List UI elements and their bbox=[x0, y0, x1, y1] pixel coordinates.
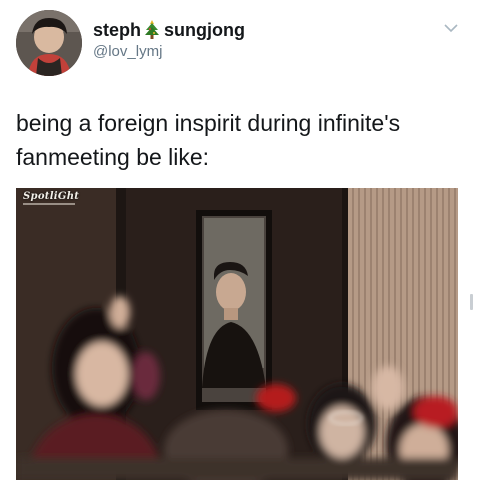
photo-scene bbox=[16, 188, 458, 480]
tweet-text: being a foreign inspirit during infinite… bbox=[16, 110, 401, 170]
scrollbar-thumb[interactable] bbox=[470, 294, 473, 310]
tweet-photo[interactable]: SpotliGht bbox=[16, 188, 458, 480]
display-name-second: sungjong bbox=[164, 19, 245, 40]
photo-watermark: SpotliGht bbox=[23, 191, 80, 202]
avatar-image bbox=[16, 10, 82, 76]
avatar[interactable] bbox=[16, 10, 82, 76]
author-handle[interactable]: @lov_lymj bbox=[93, 43, 162, 60]
chevron-down-icon[interactable] bbox=[444, 24, 458, 33]
display-name-first: steph bbox=[93, 19, 142, 40]
author-name[interactable]: steph sungjong bbox=[93, 17, 245, 43]
christmas-tree-icon bbox=[144, 20, 160, 40]
watermark-subline bbox=[23, 203, 75, 205]
